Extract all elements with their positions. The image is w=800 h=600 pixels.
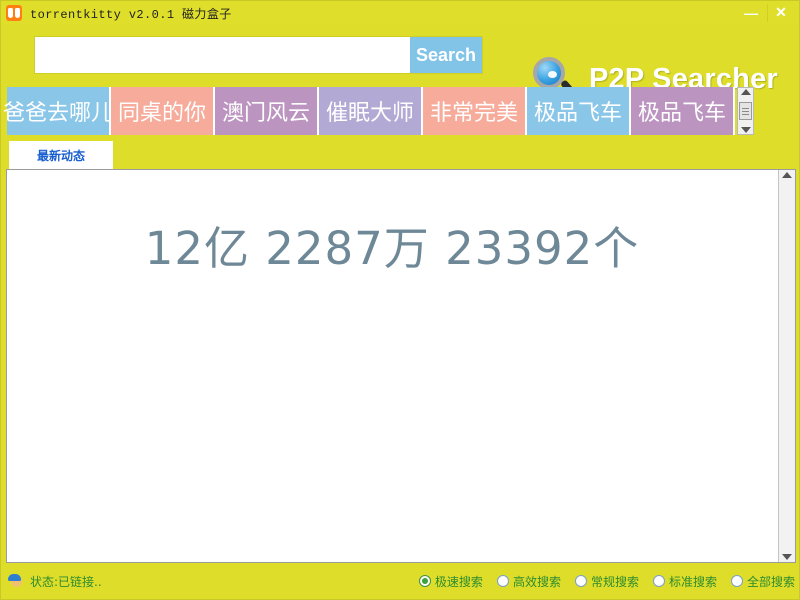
close-button[interactable]: ✕ — [769, 3, 793, 22]
user-status-icon — [8, 573, 24, 589]
caret-down-icon[interactable] — [782, 554, 792, 560]
scroll-thumb[interactable] — [739, 102, 752, 120]
movie-tab-scrollbar[interactable] — [737, 87, 754, 135]
movie-tab-3[interactable]: 催眠大师 — [319, 87, 423, 135]
search-bar-row: Search P2P Searcher — [1, 25, 799, 99]
movie-tab-2[interactable]: 澳门风云 — [215, 87, 319, 135]
radio-dot-icon — [574, 575, 587, 587]
radio-mode-1-label: 高效搜索 — [512, 574, 561, 589]
movie-tab-1[interactable]: 同桌的你 — [111, 87, 215, 135]
radio-dot-icon — [496, 575, 509, 587]
section-tab-row: 最新动态 — [9, 141, 114, 169]
radio-mode-4-label: 全部搜索 — [746, 574, 795, 589]
caret-up-icon[interactable] — [740, 89, 751, 95]
content-body: 12亿 2287万 23392个 — [7, 170, 777, 562]
status-bar: 状态:已链接.. 极速搜索 高效搜索 常规搜索 标准搜索 全部搜索 — [1, 563, 799, 599]
radio-mode-0[interactable]: 极速搜索 — [418, 573, 483, 590]
radio-dot-icon — [418, 575, 431, 587]
radio-dot-icon — [730, 575, 743, 587]
binoculars-icon — [6, 5, 22, 21]
radio-dot-icon — [652, 575, 665, 587]
movie-tab-5[interactable]: 极品飞车 — [527, 87, 631, 135]
title-bar: torrentkitty v2.0.1 磁力盒子 — ✕ — [1, 1, 799, 25]
search-button[interactable]: Search — [409, 37, 482, 73]
movie-tab-0[interactable]: 爸爸去哪儿 — [3, 87, 113, 135]
radio-mode-2[interactable]: 常规搜索 — [574, 573, 639, 590]
radio-mode-1[interactable]: 高效搜索 — [496, 573, 561, 590]
status-text: 状态:已链接.. — [30, 574, 102, 589]
search-input[interactable] — [35, 37, 410, 73]
application-window: torrentkitty v2.0.1 磁力盒子 — ✕ Search P2P … — [0, 0, 800, 600]
status-group: 状态:已链接.. — [8, 573, 102, 590]
content-scrollbar[interactable] — [778, 170, 795, 562]
minimize-button[interactable]: — — [739, 3, 763, 22]
tab-latest-updates[interactable]: 最新动态 — [9, 141, 114, 169]
magnifier-shine — [548, 71, 557, 78]
window-title: torrentkitty v2.0.1 磁力盒子 — [30, 7, 232, 22]
radio-mode-3-label: 标准搜索 — [668, 574, 717, 589]
movie-tab-4[interactable]: 非常完美 — [423, 87, 527, 135]
content-panel: 12亿 2287万 23392个 — [6, 169, 796, 563]
resource-count-headline: 12亿 2287万 23392个 — [144, 222, 640, 275]
movie-tab-6[interactable]: 极品飞车 — [631, 87, 735, 135]
titlebar-divider — [767, 4, 768, 22]
movie-tab-strip: 爸爸去哪儿 同桌的你 澳门风云 催眠大师 非常完美 极品飞车 极品飞车 — [3, 87, 795, 135]
radio-mode-3[interactable]: 标准搜索 — [652, 573, 717, 590]
radio-mode-4[interactable]: 全部搜索 — [730, 573, 795, 590]
radio-mode-0-label: 极速搜索 — [434, 574, 483, 589]
search-mode-group: 极速搜索 高效搜索 常规搜索 标准搜索 全部搜索 — [418, 573, 795, 590]
caret-down-icon[interactable] — [740, 127, 751, 133]
radio-mode-2-label: 常规搜索 — [590, 574, 639, 589]
search-container: Search — [35, 37, 482, 73]
caret-up-icon[interactable] — [782, 172, 792, 178]
